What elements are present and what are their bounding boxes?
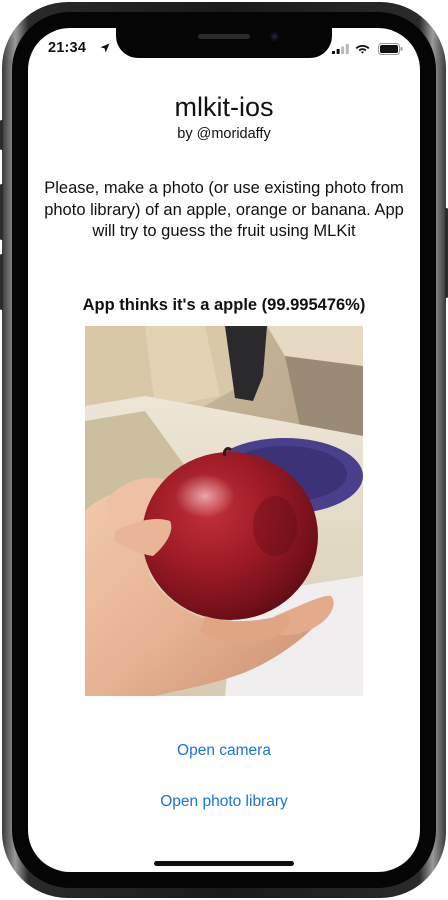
instructions-text: Please, make a photo (or use existing ph… bbox=[44, 179, 404, 240]
cellular-signal-icon bbox=[332, 44, 349, 54]
earpiece-speaker bbox=[198, 34, 250, 39]
volume-up-button bbox=[0, 184, 3, 240]
home-indicator[interactable] bbox=[154, 861, 294, 866]
prediction-result: App thinks it's a apple (99.995476%) bbox=[82, 296, 366, 314]
open-camera-button[interactable]: Open camera bbox=[28, 742, 420, 760]
volume-down-button bbox=[0, 254, 3, 310]
notch bbox=[116, 28, 332, 58]
open-photo-library-button[interactable]: Open photo library bbox=[28, 793, 420, 811]
wifi-icon bbox=[355, 45, 370, 54]
app-title: mlkit-ios bbox=[174, 92, 274, 122]
front-camera bbox=[270, 32, 279, 41]
app-subtitle: by @moridaffy bbox=[177, 126, 271, 142]
location-arrow-icon bbox=[100, 43, 110, 53]
status-time: 21:34 bbox=[48, 40, 87, 56]
mute-switch bbox=[0, 120, 3, 150]
fruit-photo bbox=[85, 326, 363, 696]
apple-photo-illustration bbox=[85, 326, 363, 696]
phone-screen: 21:34 mlkit-ios by @moridaffy Please, ma… bbox=[28, 28, 420, 872]
battery-icon bbox=[378, 43, 403, 55]
